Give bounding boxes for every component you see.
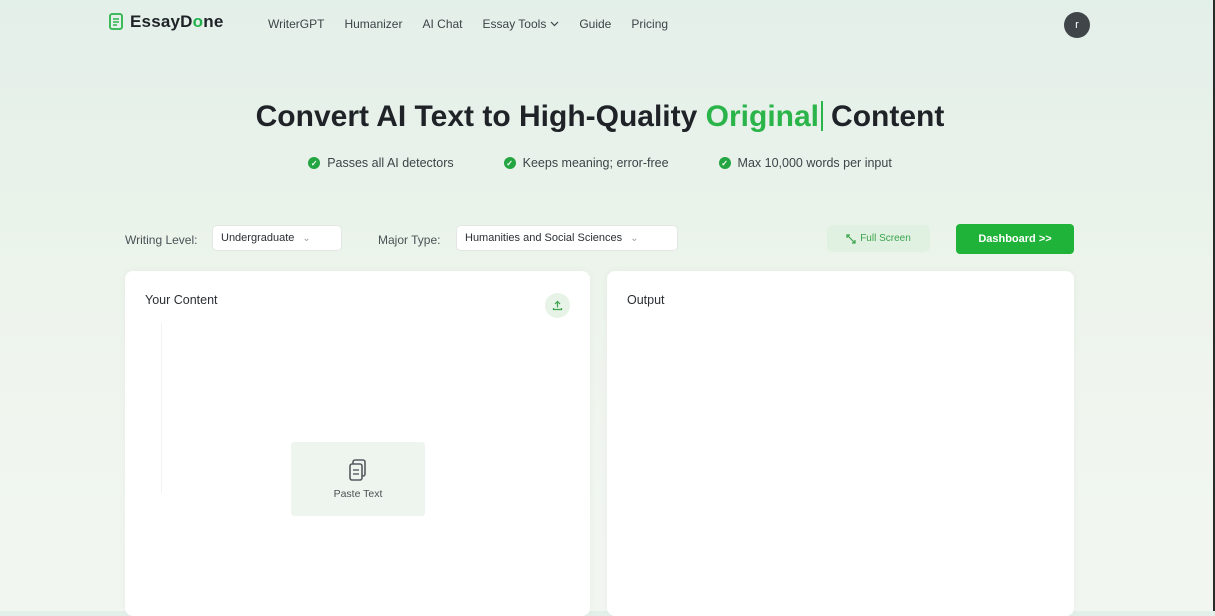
editor-area[interactable]	[161, 323, 162, 493]
chevron-down-icon: ⌄	[630, 232, 639, 244]
writing-level-value: Undergraduate	[221, 232, 295, 244]
input-panel[interactable]: Your Content Paste Text	[125, 271, 590, 616]
chevron-down-icon	[550, 21, 559, 27]
writing-level-label: Writing Level:	[125, 233, 198, 247]
full-screen-button[interactable]: Full Screen	[827, 225, 930, 252]
nav-essay-tools[interactable]: Essay Tools	[483, 17, 560, 31]
major-type-label: Major Type:	[378, 233, 441, 247]
nav-pricing[interactable]: Pricing	[631, 17, 668, 31]
upload-button[interactable]	[545, 293, 570, 318]
main-nav: WriterGPT Humanizer AI Chat Essay Tools …	[268, 17, 688, 31]
brand-name: EssayDone	[130, 12, 224, 31]
check-circle-icon: ✓	[718, 157, 731, 169]
brand-logo[interactable]: EssayDone	[108, 12, 223, 32]
major-type-value: Humanities and Social Sciences	[465, 232, 623, 244]
nav-ai-chat[interactable]: AI Chat	[422, 17, 462, 31]
chevron-down-icon: ⌄	[302, 232, 311, 244]
feature-item: ✓ Keeps meaning; error-free	[503, 156, 669, 170]
expand-icon	[846, 233, 856, 244]
upload-icon	[552, 300, 563, 311]
page-title: Convert AI Text to High-Quality Original…	[255, 100, 945, 133]
document-icon	[109, 13, 123, 30]
nav-guide[interactable]: Guide	[579, 17, 611, 31]
feature-item: ✓ Max 10,000 words per input	[718, 156, 892, 170]
avatar[interactable]: r	[1064, 12, 1090, 38]
feature-item: ✓ Passes all AI detectors	[308, 156, 454, 170]
clipboard-icon	[349, 459, 366, 481]
nav-essay-tools-label: Essay Tools	[482, 17, 547, 31]
title-accent: Original	[705, 100, 820, 133]
text-caret	[821, 101, 824, 131]
dashboard-button[interactable]: Dashboard >>	[956, 224, 1074, 254]
nav-writergpt[interactable]: WriterGPT	[268, 17, 324, 31]
output-panel[interactable]: Output	[607, 271, 1074, 616]
input-panel-title: Your Content	[145, 293, 218, 307]
check-circle-icon: ✓	[503, 157, 516, 169]
feature-list: ✓ Passes all AI detectors ✓ Keeps meanin…	[0, 156, 1200, 170]
check-circle-icon: ✓	[308, 157, 321, 169]
paste-text-button[interactable]: Paste Text	[291, 442, 425, 516]
nav-humanizer[interactable]: Humanizer	[344, 17, 402, 31]
major-type-select[interactable]: Humanities and Social Sciences ⌄	[456, 225, 678, 251]
writing-level-select[interactable]: Undergraduate ⌄	[212, 225, 342, 251]
output-panel-title: Output	[627, 293, 665, 307]
